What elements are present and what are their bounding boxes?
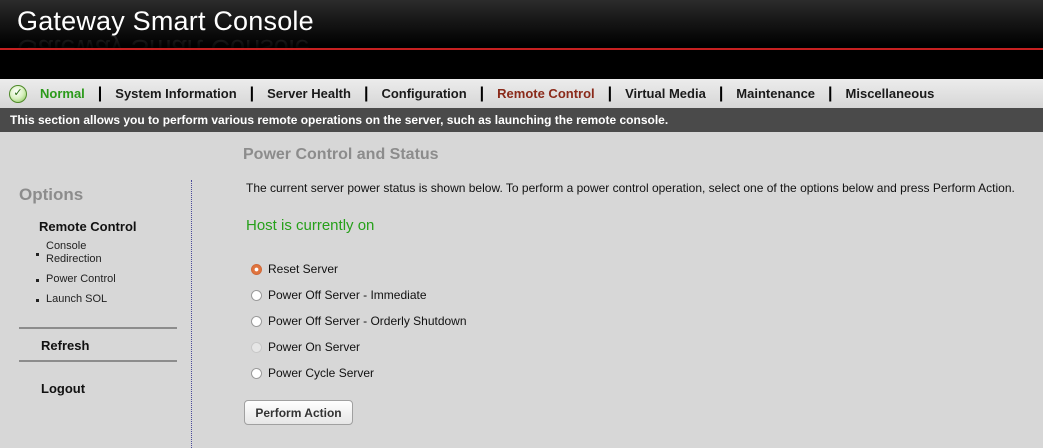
sidebar-section-remote-control: Remote Control [39, 219, 137, 234]
nav-separator: | [828, 84, 833, 102]
app-header: Gateway Smart Console Gateway Smart Cons… [0, 0, 1043, 79]
options-heading: Options [19, 185, 84, 204]
option-power-on: Power On Server [251, 339, 360, 355]
header-accent-line [0, 48, 1043, 50]
section-description: This section allows you to perform vario… [10, 113, 669, 127]
bullet-icon [36, 299, 39, 302]
nav-separator: | [97, 84, 103, 102]
radio-power-off-immediate[interactable] [251, 289, 262, 301]
option-power-off-orderly[interactable]: Power Off Server - Orderly Shutdown [251, 313, 467, 329]
perform-action-button[interactable]: Perform Action [244, 400, 353, 425]
radio-label: Power Cycle Server [268, 366, 375, 380]
top-nav: ✓ Normal | System Information | Server H… [0, 79, 1043, 108]
sidebar-item-power-control[interactable]: Power Control [46, 273, 126, 286]
nav-server-health[interactable]: Server Health [267, 86, 351, 101]
radio-label: Power Off Server - Orderly Shutdown [268, 314, 467, 328]
nav-separator: | [607, 84, 613, 102]
sidebar-divider [191, 180, 192, 448]
radio-power-off-orderly[interactable] [251, 315, 262, 327]
refresh-link[interactable]: Refresh [41, 338, 89, 353]
radio-power-cycle[interactable] [251, 367, 262, 379]
nav-virtual-media[interactable]: Virtual Media [625, 86, 706, 101]
radio-label: Power On Server [268, 340, 361, 354]
nav-separator: | [718, 84, 724, 102]
nav-maintenance[interactable]: Maintenance [736, 86, 815, 101]
nav-separator: | [363, 84, 369, 102]
nav-miscellaneous[interactable]: Miscellaneous [846, 86, 935, 101]
option-reset-server[interactable]: Reset Server [251, 261, 338, 277]
checkmark-circle-icon: ✓ [9, 84, 27, 103]
page-description: The current server power status is shown… [246, 181, 1015, 195]
radio-power-on [251, 341, 262, 353]
bullet-icon [36, 253, 39, 256]
nav-separator: | [479, 84, 485, 102]
sidebar-divider-line [19, 360, 177, 362]
radio-label: Power Off Server - Immediate [268, 288, 427, 302]
sidebar-divider-line [19, 327, 177, 329]
nav-configuration[interactable]: Configuration [381, 86, 466, 101]
health-status-label: Normal [40, 86, 85, 101]
options-sidebar: Options Remote Control Console Redirecti… [0, 132, 192, 448]
radio-label: Reset Server [268, 262, 339, 276]
sidebar-item-launch-sol[interactable]: Launch SOL [46, 293, 126, 306]
host-power-status: Host is currently on [246, 217, 375, 234]
bullet-icon [36, 279, 39, 282]
radio-reset-server[interactable] [251, 263, 262, 275]
section-info-bar: This section allows you to perform vario… [0, 108, 1043, 132]
logout-link[interactable]: Logout [41, 381, 85, 396]
nav-separator: | [249, 84, 255, 102]
option-power-off-immediate[interactable]: Power Off Server - Immediate [251, 287, 427, 303]
nav-system-information[interactable]: System Information [115, 86, 236, 101]
nav-remote-control[interactable]: Remote Control [497, 86, 595, 101]
page-title: Power Control and Status [243, 146, 439, 163]
option-power-cycle[interactable]: Power Cycle Server [251, 365, 374, 381]
sidebar-item-console-redirection[interactable]: Console Redirection [46, 240, 126, 266]
